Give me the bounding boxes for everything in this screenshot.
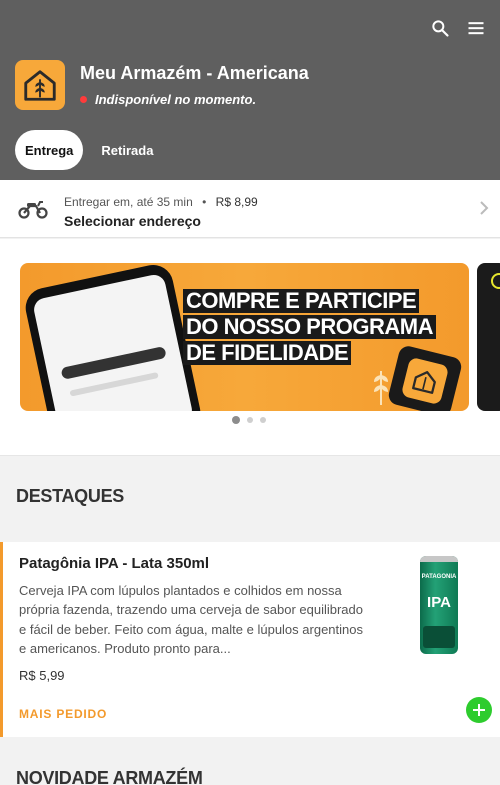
delivery-time: até 35 min <box>136 195 193 209</box>
add-to-cart-button[interactable] <box>466 697 492 723</box>
select-address-label: Selecionar endereço <box>64 213 201 229</box>
delivery-prefix: Entregar em, <box>64 195 134 209</box>
house-wheat-logo-icon <box>24 70 56 101</box>
most-ordered-badge: MAIS PEDIDO <box>19 707 108 721</box>
delivery-separator: • <box>202 195 207 209</box>
store-logo <box>15 60 65 110</box>
promo-banner[interactable]: COMPRE E PARTICIPE DO NOSSO PROGRAMA DE … <box>20 263 469 411</box>
product-description: Cerveja IPA com lúpulos plantados e colh… <box>19 583 363 657</box>
banner-title-line: DO NOSSO PROGRAMA <box>183 315 436 339</box>
store-status: Indisponível no momento. <box>80 92 256 107</box>
product-price: R$ 5,99 <box>19 668 65 683</box>
header-actions <box>428 14 488 42</box>
promo-carousel: COMPRE E PARTICIPE DO NOSSO PROGRAMA DE … <box>0 239 500 456</box>
order-mode-tabs: Entrega Retirada <box>15 130 163 170</box>
banner-title-line: COMPRE E PARTICIPE <box>183 289 420 313</box>
wheat-icon <box>368 367 394 411</box>
section-title-new: NOVIDADE ARMAZÉM <box>16 768 203 785</box>
product-image: PATAGONIA IPA <box>420 556 458 654</box>
carousel-dot[interactable] <box>260 417 266 423</box>
carousel-dot[interactable] <box>247 417 253 423</box>
plus-icon <box>473 704 485 716</box>
banner-title-line: DE FIDELIDADE <box>183 341 352 365</box>
section-title-highlights: DESTAQUES <box>16 486 124 506</box>
chevron-right-icon <box>478 200 490 221</box>
store-name: Meu Armazém - Americana <box>80 63 309 83</box>
delivery-info: Entregar em, até 35 min • R$ 8,99 <box>64 195 258 209</box>
tab-retirada[interactable]: Retirada <box>91 130 163 170</box>
delivery-address-bar[interactable]: Entregar em, até 35 min • R$ 8,99 Seleci… <box>0 180 500 238</box>
product-card[interactable]: Patagônia IPA - Lata 350ml Cerveja IPA c… <box>0 542 500 737</box>
tab-entrega[interactable]: Entrega <box>15 130 84 170</box>
search-icon[interactable] <box>428 14 452 42</box>
status-dot-icon <box>80 96 87 103</box>
carousel-pager <box>232 416 266 424</box>
delivery-fee: R$ 8,99 <box>215 195 258 209</box>
store-header: Meu Armazém - Americana Indisponível no … <box>0 0 500 180</box>
product-name: Patagônia IPA - Lata 350ml <box>19 555 210 572</box>
carousel-dot[interactable] <box>232 416 240 424</box>
hamburger-menu-icon[interactable] <box>464 14 488 42</box>
status-text: Indisponível no momento. <box>95 92 257 107</box>
phone-mockup-image <box>21 263 205 411</box>
banner-logo-badge <box>386 344 464 411</box>
promo-banner-next[interactable] <box>477 263 500 411</box>
motorcycle-icon <box>18 198 48 225</box>
